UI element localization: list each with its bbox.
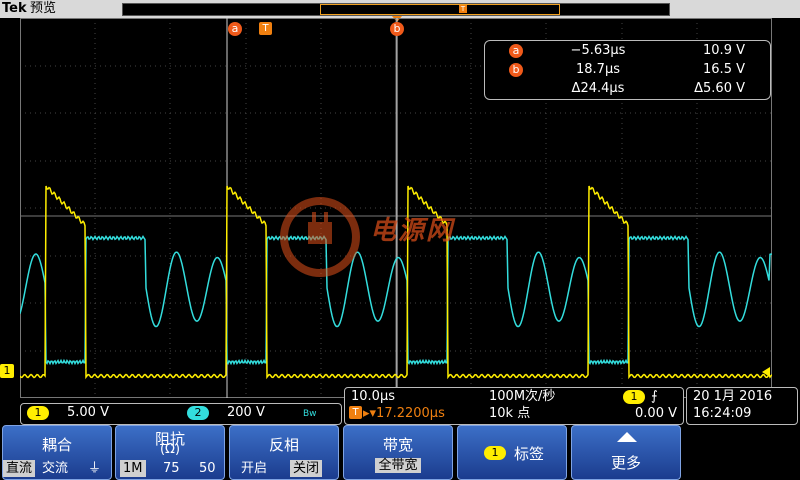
trigger-slope-icon: ⨍ xyxy=(651,389,658,404)
impedance-50-option[interactable]: 50 xyxy=(196,460,219,477)
cursor-a-row: a −5.63µs 10.9 V xyxy=(485,42,770,60)
cursor-b-row: b 18.7µs 16.5 V xyxy=(485,61,770,79)
cursor-a-voltage: 10.9 V xyxy=(703,43,745,58)
label-softkey[interactable]: 1 标签 xyxy=(457,425,567,480)
bandwidth-label: 带宽 xyxy=(382,436,413,454)
cursor-b-badge: b xyxy=(509,63,523,77)
ch1-ground-marker: 1 xyxy=(0,364,14,378)
datetime-readout: 20 1月 2016 16:24:09 xyxy=(686,387,798,425)
cursor-a-marker[interactable]: a xyxy=(228,22,242,36)
coupling-label: 耦合 xyxy=(41,436,72,454)
impedance-unit: (Ω) xyxy=(159,442,181,457)
bandwidth-softkey[interactable]: 带宽 全带宽 xyxy=(343,425,453,480)
trigger-level: 0.00 V xyxy=(635,406,677,421)
invert-off-option[interactable]: 关闭 xyxy=(290,460,323,477)
impedance-75-option[interactable]: 75 xyxy=(160,460,183,477)
trigger-source-badge: 1 xyxy=(623,390,645,404)
time: 16:24:09 xyxy=(693,406,752,421)
coupling-ac-option[interactable]: 交流 xyxy=(39,460,71,477)
time-per-div: 10.0µs xyxy=(351,389,395,404)
cursor-delta-voltage: Δ5.60 V xyxy=(694,81,745,96)
cursor-readout-panel: a −5.63µs 10.9 V b 18.7µs 16.5 V Δ24.4µs… xyxy=(484,40,771,100)
date: 20 1月 2016 xyxy=(693,389,773,404)
sample-rate: 100M次/秒 xyxy=(489,389,556,404)
ch1-scale: 5.00 V xyxy=(67,405,109,420)
bandwidth-value: 全带宽 xyxy=(375,458,421,473)
more-label: 更多 xyxy=(610,454,641,472)
invert-softkey[interactable]: 反相 开启 关闭 xyxy=(229,425,339,480)
invert-label: 反相 xyxy=(268,436,299,454)
acquisition-mode: 预览 xyxy=(30,1,57,16)
cursor-delta-row: Δ24.4µs Δ5.60 V xyxy=(485,80,770,98)
cursor-b-time: 18.7µs xyxy=(576,62,620,77)
brand-logo: Tek xyxy=(2,1,27,16)
trigger-point-marker: T xyxy=(259,22,272,35)
cursor-a-time: −5.63µs xyxy=(570,43,626,58)
ch2-badge: 2 xyxy=(187,406,209,420)
bandwidth-limit-icon: Bw xyxy=(303,409,317,419)
ch2-scale: 200 V xyxy=(227,405,265,420)
watermark-text: 电源网 xyxy=(370,216,455,246)
record-view-window xyxy=(320,4,560,15)
cursor-a-badge: a xyxy=(509,44,523,58)
coupling-dc-option[interactable]: 直流 xyxy=(3,460,36,477)
horizontal-trigger-readout[interactable]: 10.0µs 100M次/秒 1 ⨍ T ▸▾17.2200µs 10k 点 0… xyxy=(344,387,684,425)
impedance-1m-option[interactable]: 1M xyxy=(120,460,146,477)
coupling-ground-option[interactable]: ⏚ xyxy=(85,460,104,477)
ch1-badge: 1 xyxy=(27,406,49,420)
cursor-b-marker[interactable]: b xyxy=(390,22,404,36)
trigger-position: ▸▾17.2200µs xyxy=(363,406,445,421)
trigger-position-icon: T xyxy=(349,406,362,419)
label-label: 标签 xyxy=(514,445,545,463)
coupling-softkey[interactable]: 耦合 直流 交流 ⏚ xyxy=(2,425,112,480)
cursor-delta-time: Δ24.4µs xyxy=(571,81,625,96)
impedance-softkey[interactable]: 阻抗 (Ω) 1M 75 50 xyxy=(115,425,225,480)
cursor-b-voltage: 16.5 V xyxy=(703,62,745,77)
bandwidth-value-row: 全带宽 xyxy=(344,454,452,473)
more-up-arrow-icon xyxy=(617,432,637,442)
more-softkey[interactable]: 更多 xyxy=(571,425,681,480)
record-length: 10k 点 xyxy=(489,406,531,421)
trigger-level-icon xyxy=(762,367,770,377)
invert-on-option[interactable]: 开启 xyxy=(238,460,270,477)
record-memory-strip: T xyxy=(122,3,670,16)
memory-trigger-icon: T xyxy=(459,5,467,13)
channel-scale-bar[interactable]: 1 5.00 V 2 200 V Bw xyxy=(20,403,342,425)
label-channel-badge: 1 xyxy=(484,446,506,460)
